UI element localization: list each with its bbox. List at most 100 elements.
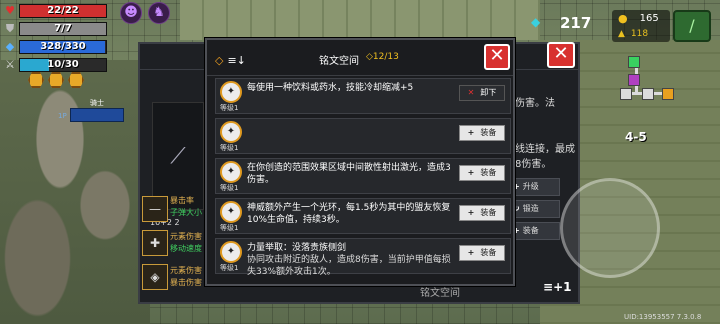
dungeon-wall — [180, 0, 540, 40]
side-label-3: 元素伤害 — [170, 266, 202, 275]
shield-icon: ⛊ — [5, 22, 15, 35]
buff-icon[interactable] — [68, 72, 84, 88]
inscription-icon: ✦ — [220, 161, 242, 183]
buff-bar — [28, 72, 84, 88]
player-plate — [70, 108, 124, 122]
staff-icon: ⟋ — [170, 144, 186, 169]
uid-label: UID:13953557 7.3.0.8 — [624, 313, 702, 321]
equip-button[interactable]: + 装备 — [459, 125, 505, 141]
buff-icon[interactable] — [48, 72, 64, 88]
equip-button[interactable]: + 装备 — [459, 205, 505, 221]
armor-row: ⛊ 7/7 — [3, 21, 107, 37]
inscription-level: 等级1 — [220, 224, 239, 232]
hp-text: 22/22 — [47, 5, 79, 16]
inscription-icon: ✦ — [220, 201, 242, 223]
modal-header: ◇ ≡↓ 铭文空间 ◇12/13 ✕ — [207, 40, 513, 76]
weapon-desc-1: 伤害。法 — [515, 98, 555, 109]
inscription-icon: ✦ — [220, 81, 242, 103]
sword-icon: ⚔ — [5, 58, 15, 71]
side-label-2: 元素伤害 — [170, 232, 202, 241]
side-label-1b: 子弹大小 — [170, 208, 202, 217]
weapon-switch-button[interactable]: / — [673, 10, 711, 42]
demon-icon: ☻ — [120, 2, 142, 24]
modal-close-button[interactable]: ✕ — [484, 44, 510, 70]
armor-bar: 7/7 — [19, 22, 107, 36]
wolf-icon: ♞ — [148, 2, 170, 24]
energy-counter: 217 — [560, 14, 592, 32]
inscription-item[interactable]: ✦ 等级1 神威额外产生一个光环，每1.5秒为其中的盟友恢复10%生命值，持续3秒。… — [215, 198, 511, 234]
weapon-panel-close-button[interactable]: ✕ — [547, 42, 575, 68]
stage-label: 4-5 — [625, 130, 647, 144]
coin-icon: ● — [618, 11, 628, 25]
inscription-level: 等级1 — [220, 104, 239, 112]
coin-count: 165 — [639, 12, 659, 24]
currency-panel: ● 165 ▲ 118 — [612, 10, 670, 42]
slot-count: ◇12/13 — [366, 52, 399, 62]
minimap-room — [628, 56, 640, 68]
joystick[interactable] — [560, 178, 660, 278]
inscription-level: 等级1 — [220, 264, 239, 272]
inscription-level: 等级1 — [220, 184, 239, 192]
side-slot-3[interactable]: ◈ — [142, 264, 168, 290]
gem-count: 118 — [630, 29, 649, 39]
inscription-item[interactable]: ✦ 等级1 在你创造的范围效果区域中间散性射出激光，造成3伤害。 + 装备 — [215, 158, 511, 194]
heart-icon: ♥ — [5, 4, 15, 17]
unequip-button[interactable]: ✕ 卸下 — [459, 85, 505, 101]
inscription-item[interactable]: ✦ 等级1 力量举取：没落贵族侧剑 协同攻击附近的敌人，造成8伤害，当前护甲值每损失3… — [215, 238, 511, 277]
inscription-icon: ✦ — [220, 241, 242, 263]
plus-icon: + — [467, 208, 475, 217]
plus-icon: + — [467, 128, 475, 137]
side-label-2b: 移动速度 — [170, 244, 202, 253]
side-label-3b: 暴击伤害 — [170, 278, 202, 287]
player-name: 骑士 — [90, 99, 104, 107]
close-icon: ✕ — [467, 88, 475, 97]
sort-icon: ≡↓ — [227, 54, 246, 67]
energy-bar: 328/330 — [19, 40, 107, 54]
minimap-room — [628, 74, 640, 86]
modal-title: 铭文空间 — [319, 56, 359, 67]
diamond-icon: ◆ — [5, 40, 15, 53]
side-label-1: 暴击率 — [170, 196, 194, 205]
plus-icon: + — [467, 248, 475, 257]
equip-button[interactable]: + 装备 — [459, 245, 505, 261]
inscription-footer-label: 铭文空间 — [420, 288, 460, 299]
skill-bar: 10/30 — [19, 58, 107, 72]
inscription-item[interactable]: ✦ 等级1 每使用一种饮料或药水，技能冷却缩减+5 ✕ 卸下 — [215, 78, 511, 114]
plus-icon: + — [467, 168, 475, 177]
hp-row: ♥ 22/22 — [3, 3, 107, 19]
minimap[interactable] — [618, 52, 678, 132]
skill-text: 10/30 — [47, 59, 79, 70]
buff-icon[interactable] — [28, 72, 44, 88]
energy-text: 328/330 — [40, 41, 86, 52]
minimap-room — [642, 88, 654, 100]
hp-bar: 22/22 — [19, 4, 107, 18]
side-slot-1[interactable]: — — [142, 196, 168, 222]
armor-text: 7/7 — [54, 23, 72, 34]
inscription-desc: 在你创造的范围效果区域中间散性射出激光，造成3伤害。 — [247, 163, 451, 185]
energy-drop-icon: ◆ — [531, 15, 541, 29]
inscription-slot-button[interactable]: ≡+1 — [543, 280, 571, 294]
inscription-icon: ✦ — [220, 121, 242, 143]
weapon-desc-2: 线连接，最成8伤害。 — [515, 144, 575, 170]
player-status-panel: ♥ 22/22 ⛊ 7/7 ◆ 328/330 ⚔ 10/30 — [3, 3, 107, 75]
gem-icon: ▲ — [618, 29, 625, 39]
side-slot-2[interactable]: ✚ — [142, 230, 168, 256]
diamond-icon: ◇ — [215, 54, 224, 67]
energy-row: ◆ 328/330 — [3, 39, 107, 55]
player-tag: 1P — [58, 112, 67, 120]
rock-terrain — [0, 60, 150, 324]
sort-button[interactable]: ◇ ≡↓ — [215, 52, 255, 70]
minimap-room — [620, 88, 632, 100]
inscription-desc: 每使用一种饮料或药水，技能冷却缩减+5 — [247, 83, 414, 93]
inscription-modal: ◇ ≡↓ 铭文空间 ◇12/13 ✕ ✦ 等级1 每使用一种饮料或药水，技能冷却缩减+… — [205, 38, 515, 286]
inscription-desc: 力量举取：没落贵族侧剑 协同攻击附近的敌人，造成8伤害，当前护甲值每损失33%额外… — [247, 243, 451, 277]
inscription-desc: 神威额外产生一个光环，每1.5秒为其中的盟友恢复10%生命值，持续3秒。 — [247, 203, 451, 225]
minimap-room — [662, 88, 674, 100]
inscription-list: ✦ 等级1 每使用一种饮料或药水，技能冷却缩减+5 ✕ 卸下 ✦ 等级1 + 装备 ✦ 等级1 在你创… — [215, 78, 511, 278]
weapon-image: ⟋ — [152, 102, 204, 210]
inscription-level: 等级1 — [220, 144, 239, 152]
inscription-item[interactable]: ✦ 等级1 + 装备 — [215, 118, 511, 154]
equip-button[interactable]: + 装备 — [459, 165, 505, 181]
enemy-indicators: ☻ ♞ — [120, 2, 170, 24]
skill-row: ⚔ 10/30 — [3, 57, 107, 73]
